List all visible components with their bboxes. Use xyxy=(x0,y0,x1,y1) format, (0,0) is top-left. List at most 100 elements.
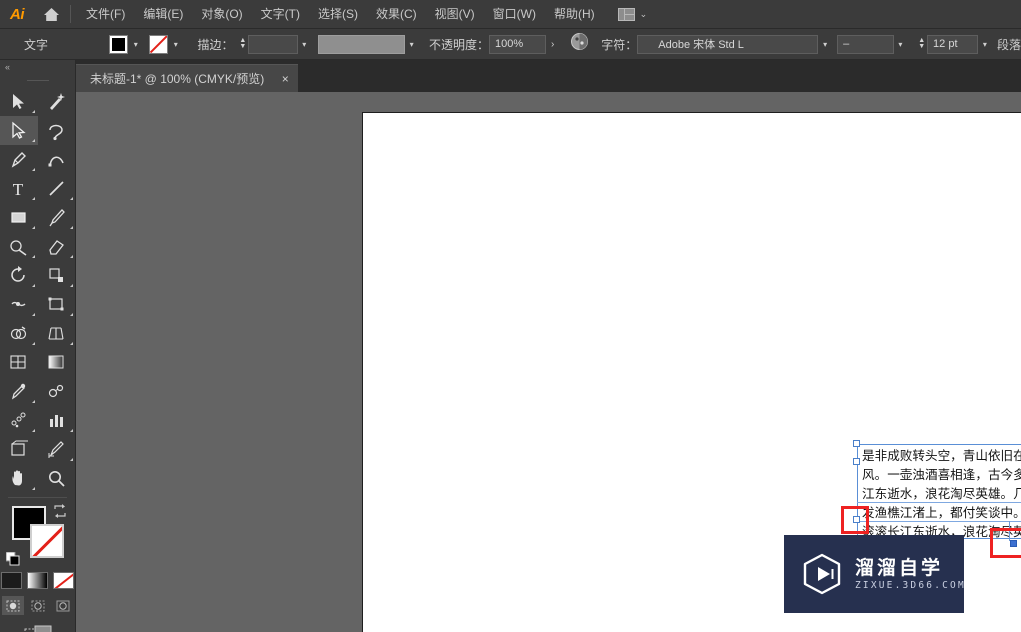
menu-item-2[interactable]: 对象(O) xyxy=(192,3,251,25)
blend-tool[interactable] xyxy=(38,377,76,406)
shape-builder-tool[interactable] xyxy=(0,319,38,348)
draw-behind-mode[interactable] xyxy=(27,596,49,615)
stroke-swatch-group[interactable]: ▾ xyxy=(149,34,183,54)
paintbrush-tool-glyph xyxy=(49,209,65,227)
tool-flyout-indicator xyxy=(31,284,35,287)
menu-item-0[interactable]: 文件(F) xyxy=(77,3,134,25)
font-size-field[interactable]: 12 pt xyxy=(927,34,979,54)
menu-divider xyxy=(70,5,71,23)
direct-selection-tool[interactable] xyxy=(0,116,38,145)
selection-tool[interactable] xyxy=(0,87,38,116)
pen-tool[interactable] xyxy=(0,145,38,174)
hand-tool[interactable] xyxy=(0,464,38,493)
blend-tool-glyph xyxy=(48,384,64,398)
handle-left-upper[interactable] xyxy=(853,458,860,465)
screen-mode-icon[interactable] xyxy=(24,625,52,632)
tool-flyout-indicator xyxy=(31,226,35,229)
fill-swatch[interactable] xyxy=(109,34,129,54)
eraser-tool[interactable] xyxy=(38,232,76,261)
free-transform-tool[interactable] xyxy=(38,290,76,319)
perspective-grid-tool[interactable] xyxy=(38,319,76,348)
font-family-field[interactable]: Adobe 宋体 Std L xyxy=(637,34,819,54)
magic-wand-tool[interactable] xyxy=(38,87,76,116)
workspace-switcher[interactable]: ⌄ xyxy=(612,6,654,23)
rectangle-tool[interactable] xyxy=(0,203,38,232)
stroke-weight-field[interactable] xyxy=(248,34,298,54)
artboard-tool-glyph xyxy=(11,440,28,456)
swap-fill-stroke-icon[interactable] xyxy=(53,504,67,518)
fill-swatch-group[interactable]: ▾ xyxy=(109,34,143,54)
tool-flyout-indicator xyxy=(69,197,73,200)
eraser-tool-glyph xyxy=(49,240,64,255)
color-mode-none[interactable] xyxy=(53,572,74,589)
gradient-tool-glyph xyxy=(48,355,64,369)
mesh-tool[interactable] xyxy=(0,348,38,377)
menu-item-7[interactable]: 窗口(W) xyxy=(484,3,545,25)
font-style-field[interactable]: – xyxy=(837,34,894,54)
watermark-text: 溜溜自学 ZIXUE.3D66.COM xyxy=(855,558,966,591)
stroke-weight-dropdown-icon[interactable]: ▾ xyxy=(298,35,311,54)
curvature-tool[interactable] xyxy=(38,145,76,174)
color-mode-gradient[interactable] xyxy=(27,572,48,589)
paragraph-label: 段落 xyxy=(996,37,1021,52)
menu-item-5[interactable]: 效果(C) xyxy=(367,3,426,25)
stroke-swatch[interactable] xyxy=(149,34,169,54)
pen-tool-glyph xyxy=(11,152,26,168)
font-family-dropdown-icon[interactable]: ▾ xyxy=(818,35,831,54)
shaper-tool[interactable] xyxy=(0,232,38,261)
font-size-stepper[interactable]: ▲ ▼ xyxy=(916,35,927,54)
opacity-options-icon[interactable]: › xyxy=(546,35,560,54)
draw-normal-mode[interactable] xyxy=(1,596,24,615)
close-icon[interactable]: × xyxy=(278,73,292,85)
stroke-profile-field[interactable] xyxy=(318,34,405,54)
rotate-tool[interactable] xyxy=(0,261,38,290)
font-size-dropdown-icon[interactable]: ▾ xyxy=(978,35,991,54)
eyedropper-tool-glyph xyxy=(11,383,26,400)
opacity-field[interactable]: 100% xyxy=(489,34,546,54)
handle-top-left[interactable] xyxy=(853,440,860,447)
stroke-profile-dropdown-icon[interactable]: ▾ xyxy=(405,35,418,54)
perspective-grid-tool-glyph xyxy=(48,327,64,340)
width-tool[interactable] xyxy=(0,290,38,319)
line-segment-tool[interactable] xyxy=(38,174,76,203)
menu-item-4[interactable]: 选择(S) xyxy=(309,3,367,25)
color-mode-solid[interactable] xyxy=(1,572,22,589)
type-tool[interactable]: T xyxy=(0,174,38,203)
tool-flyout-indicator xyxy=(69,429,73,432)
default-fill-stroke-icon[interactable] xyxy=(5,551,20,566)
tool-flyout-indicator xyxy=(31,110,35,113)
menu-item-3[interactable]: 文字(T) xyxy=(252,3,309,25)
stroke-dropdown-icon[interactable]: ▾ xyxy=(168,35,183,54)
eyedropper-tool[interactable] xyxy=(0,377,38,406)
character-label: 字符： xyxy=(601,37,638,52)
symbol-sprayer-tool-glyph xyxy=(11,412,26,428)
slice-tool[interactable] xyxy=(38,435,76,464)
panel-grip[interactable] xyxy=(0,74,75,87)
gradient-tool[interactable] xyxy=(38,348,76,377)
paintbrush-tool[interactable] xyxy=(38,203,76,232)
swap-glyph xyxy=(54,504,66,518)
menu-item-8[interactable]: 帮助(H) xyxy=(545,3,604,25)
home-icon[interactable] xyxy=(34,0,68,29)
artboard-tool[interactable] xyxy=(0,435,38,464)
stroke-weight-stepper[interactable]: ▲ ▼ xyxy=(238,35,249,54)
fill-dropdown-icon[interactable]: ▾ xyxy=(128,35,143,54)
document-tab[interactable]: 未标题-1* @ 100% (CMYK/预览) × xyxy=(76,64,299,92)
tool-flyout-indicator xyxy=(31,429,35,432)
recolor-glyph xyxy=(570,33,588,50)
free-transform-tool-glyph xyxy=(48,297,64,311)
zoom-tool[interactable] xyxy=(38,464,76,493)
column-graph-tool[interactable] xyxy=(38,406,76,435)
menu-item-6[interactable]: 视图(V) xyxy=(426,3,484,25)
recolor-artwork-icon[interactable] xyxy=(570,32,589,56)
draw-inside-mode[interactable] xyxy=(52,596,74,615)
font-style-dropdown-icon[interactable]: ▾ xyxy=(894,35,907,54)
scale-tool[interactable] xyxy=(38,261,76,290)
collapse-panel-icon[interactable]: « xyxy=(0,60,75,74)
line-segment-tool-glyph xyxy=(49,181,64,196)
menu-item-1[interactable]: 编辑(E) xyxy=(134,3,192,25)
stroke-color-indicator[interactable] xyxy=(30,524,64,558)
symbol-sprayer-tool[interactable] xyxy=(0,406,38,435)
lasso-tool[interactable] xyxy=(38,116,76,145)
annotation-box-bottom-left xyxy=(841,506,869,534)
